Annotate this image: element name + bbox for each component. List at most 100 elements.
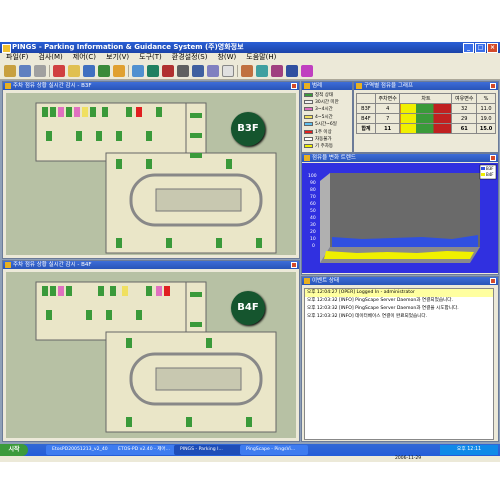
b3f-close-button[interactable]	[291, 83, 297, 89]
log-entry[interactable]: 오후 12:04:27 [OPER] Logged In - administr…	[305, 289, 493, 297]
config-icon[interactable]	[113, 64, 125, 77]
table-cell: B4F	[356, 113, 376, 124]
log-panel-title[interactable]: 이벤트 상태	[302, 277, 498, 285]
mdi-workspace: 주차 점유 상황 실시간 감시 - B3F B3F 주차 점유 상황 실시간 감…	[0, 80, 500, 444]
help-icon[interactable]	[301, 64, 313, 77]
legend-label-b4f: B4F	[486, 172, 494, 177]
car-icon[interactable]	[162, 64, 174, 77]
camera-icon[interactable]	[132, 64, 144, 77]
legend-list: 정적 상태 30시간 미만 3~4시간 4~5시간 5시간~6일 1주 이상 자…	[302, 90, 352, 151]
clock-time: 오후 12:11	[456, 447, 482, 452]
stats-close-button[interactable]	[490, 83, 496, 89]
trend-close-button[interactable]	[490, 155, 496, 161]
table-cell: 합계	[356, 123, 376, 134]
eraser-icon[interactable]	[222, 64, 234, 77]
legend-label: 정적 상태	[315, 92, 333, 98]
toolbar-separator	[128, 64, 129, 77]
minimize-button[interactable]: _	[463, 43, 474, 53]
open-icon[interactable]	[4, 64, 16, 77]
menu-file[interactable]: 파일(F)	[6, 53, 28, 62]
app-icon	[2, 44, 11, 53]
menu-tools[interactable]: 도구(T)	[139, 53, 162, 62]
table-header: 차트	[399, 93, 453, 104]
display-icon[interactable]	[207, 64, 219, 77]
window-icon	[5, 262, 11, 268]
table-row: B3F 4 32 11.0	[356, 103, 496, 114]
legend-swatch	[304, 114, 313, 119]
system-clock[interactable]: 오후 12:11	[440, 445, 498, 455]
map-icon[interactable]	[98, 64, 110, 77]
y-tick-label: 0	[312, 243, 315, 249]
stats-table: 주차면수 차트 여유면수 % B3F 4 32 11.0 B4F 7 29 19…	[356, 93, 496, 134]
taskbar-item[interactable]: PingScape - PingsVi...	[240, 445, 308, 455]
table-cell: 15.0	[476, 123, 496, 134]
event-log-list[interactable]: 오후 12:04:27 [OPER] Logged In - administr…	[304, 288, 494, 440]
legend-swatch	[304, 92, 313, 97]
table-header: 여유면수	[451, 93, 478, 104]
y-tick-label: 80	[310, 187, 316, 193]
table-header	[356, 93, 376, 104]
log-entry[interactable]: 오후 12:03:32 [INFO] PingScape Server Daem…	[305, 305, 493, 313]
log-icon[interactable]	[271, 64, 283, 77]
close-button[interactable]: ×	[487, 43, 498, 53]
table-cell: 7	[374, 113, 401, 124]
y-tick-label: 90	[310, 180, 316, 186]
trend-chart-panel: 점유율 변화 트렌드 100 90 80 70 60 50 40 30 20 1…	[301, 153, 499, 275]
menu-window[interactable]: 창(W)	[217, 53, 236, 62]
taskbar-item[interactable]: EtosPD20051213_v2_40	[46, 445, 114, 455]
log-entry[interactable]: 오후 12:03:32 [INFO] PingScape Server Daem…	[305, 297, 493, 305]
y-tick-label: 60	[310, 201, 316, 207]
log-close-button[interactable]	[490, 278, 496, 284]
y-tick-label: 40	[310, 215, 316, 221]
legend-swatch	[304, 129, 313, 134]
start-button[interactable]: 시작	[0, 444, 28, 456]
report-icon[interactable]	[256, 64, 268, 77]
legend-label: 4~5시간	[315, 114, 333, 120]
b3f-panel-title[interactable]: 주차 점유 상황 실시간 감시 - B3F	[3, 82, 299, 90]
table-row: 합계 11 61 15.0	[356, 123, 496, 134]
b4f-close-button[interactable]	[291, 262, 297, 268]
maximize-button[interactable]: □	[475, 43, 486, 53]
toolbar	[0, 62, 500, 80]
menu-control[interactable]: 제어(C)	[73, 53, 96, 62]
y-tick-label: 20	[310, 229, 316, 235]
legend-label: 30시간 미만	[315, 100, 339, 106]
stats-panel-title[interactable]: 구역별 점유율 그래프	[354, 82, 498, 90]
y-tick-label: 50	[310, 208, 316, 214]
user-icon[interactable]	[241, 64, 253, 77]
trend-panel-title[interactable]: 점유율 변화 트렌드	[302, 154, 498, 162]
legend-panel-title[interactable]: 범례	[302, 82, 352, 90]
menu-help[interactable]: 도움말(H)	[246, 53, 276, 62]
menu-view[interactable]: 보기(V)	[106, 53, 129, 62]
menu-settings[interactable]: 환경설정(S)	[172, 53, 208, 62]
status-bar: 2006-11-29	[0, 456, 500, 462]
info-icon[interactable]	[286, 64, 298, 77]
menu-monitor[interactable]: 검사(M)	[38, 53, 62, 62]
b4f-panel-title[interactable]: 주차 점유 상황 실시간 감시 - B4F	[3, 261, 299, 269]
legend-label-b3f: B3F	[486, 166, 494, 171]
folder-icon[interactable]	[68, 64, 80, 77]
status-date: 2006-11-29	[395, 456, 422, 461]
legend-label: 기 주차등	[315, 144, 333, 150]
legend-item: 기 주차등	[304, 143, 350, 150]
alarm-icon[interactable]	[53, 64, 65, 77]
legend-label: 5시간~6일	[315, 122, 337, 128]
log-entry[interactable]: 오후 12:03:32 [INFO] 데이터베이스 연결이 완료되었습니다.	[305, 313, 493, 321]
b3f-title-text: 주차 점유 상황 실시간 감시 - B3F	[13, 83, 92, 89]
taskbar-item-active[interactable]: PINGS - Parking I...	[174, 445, 242, 455]
save-icon[interactable]	[19, 64, 31, 77]
legend-label: 1주 이상	[315, 129, 332, 135]
print-icon[interactable]	[34, 64, 46, 77]
table-cell: 32	[451, 103, 478, 114]
occupancy-bar	[399, 123, 453, 134]
gate-icon[interactable]	[177, 64, 189, 77]
window-icon	[5, 83, 11, 89]
monitor-icon[interactable]	[83, 64, 95, 77]
y-tick-label: 30	[310, 222, 316, 228]
legend-swatch	[304, 137, 313, 142]
network-icon[interactable]	[192, 64, 204, 77]
legend-item: 30시간 미만	[304, 98, 350, 105]
table-cell: 61	[451, 123, 478, 134]
sensor-icon[interactable]	[147, 64, 159, 77]
taskbar-item[interactable]: ETOS-PD v2.40 - 제어...	[112, 445, 176, 455]
